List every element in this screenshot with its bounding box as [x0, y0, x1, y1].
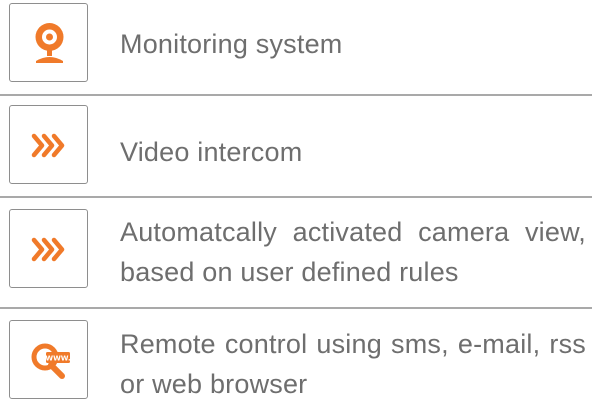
triple-chevron-right-icon: [31, 133, 65, 158]
web-search-icon: WWW.: [31, 343, 71, 379]
feature-text: Remote control using sms, e-mail, rss or…: [120, 329, 586, 399]
feature-icon-box: [9, 105, 88, 184]
webcam-icon: [35, 23, 64, 63]
feature-item-video-intercom: Video intercom: [0, 96, 592, 196]
feature-text: Automatcally activated camera view, base…: [120, 217, 586, 287]
feature-icon-box: [9, 3, 88, 82]
web-icon-label: WWW.: [45, 355, 70, 363]
feature-item-remote-control: WWW. Remote control using sms, e-mail, r…: [0, 309, 592, 405]
feature-text: Video intercom: [120, 137, 303, 167]
feature-icon-box: [9, 209, 88, 288]
feature-icon-box: WWW.: [9, 320, 88, 399]
feature-item-auto-camera: Automatcally activated camera view, base…: [0, 198, 592, 308]
feature-text: Monitoring system: [120, 29, 343, 59]
triple-chevron-right-icon: [31, 237, 65, 262]
feature-item-monitoring: Monitoring system: [0, 0, 592, 96]
